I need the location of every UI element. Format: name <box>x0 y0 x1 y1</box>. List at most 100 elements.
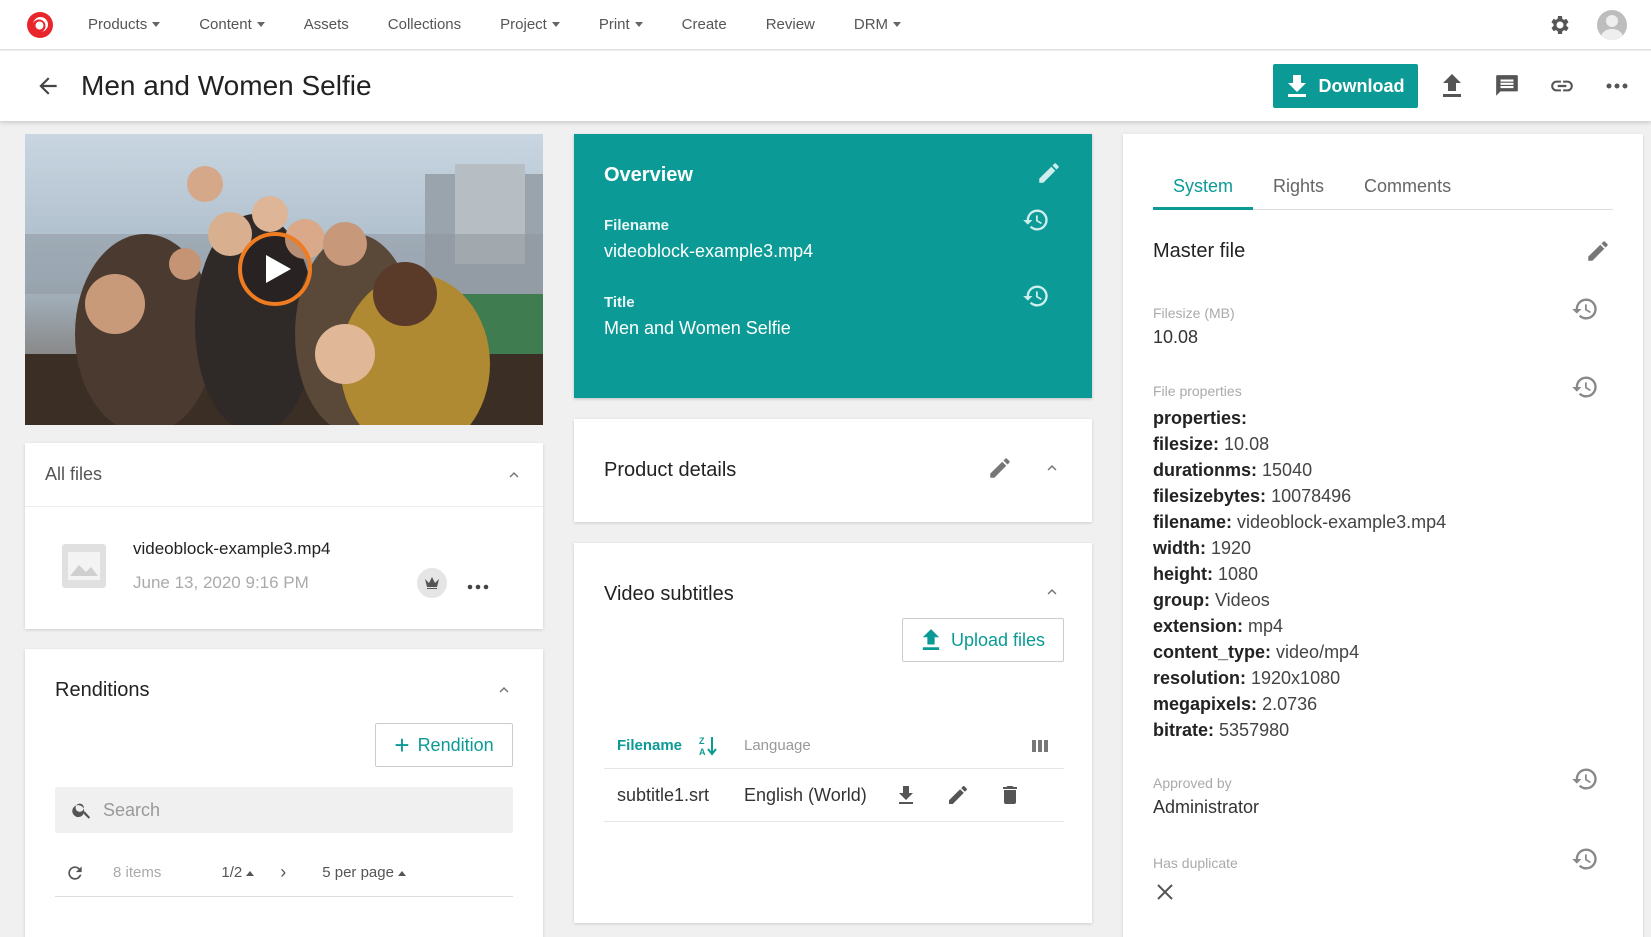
nav-item-print[interactable]: Print <box>599 16 643 33</box>
video-subtitles-panel: Video subtitles Upload files Filename Z … <box>574 543 1092 923</box>
file-date: June 13, 2020 9:16 PM <box>133 573 309 592</box>
more-options-button[interactable] <box>1603 72 1631 100</box>
property-key: durationms: <box>1153 460 1258 480</box>
property-line: filename: videoblock-example3.mp4 <box>1153 509 1446 535</box>
nav-item-project[interactable]: Project <box>500 16 560 33</box>
nav-item-drm[interactable]: DRM <box>853 16 902 33</box>
upload-button[interactable] <box>1438 72 1466 100</box>
comment-button[interactable] <box>1493 72 1521 100</box>
nav-item-collections[interactable]: Collections <box>388 16 461 33</box>
settings-gear-icon[interactable] <box>1547 13 1571 37</box>
app-logo-icon[interactable] <box>25 10 55 40</box>
delete-trash-icon[interactable] <box>998 783 1022 807</box>
tab-comments[interactable]: Comments <box>1344 164 1471 210</box>
share-link-button[interactable] <box>1548 72 1576 100</box>
play-button-icon[interactable] <box>235 229 315 309</box>
filename-value: videoblock-example3.mp4 <box>604 241 814 261</box>
nav-item-label: Assets <box>303 16 349 33</box>
link-icon <box>1551 80 1573 92</box>
download-icon[interactable] <box>894 783 918 807</box>
property-key: height: <box>1153 564 1213 584</box>
file-more-options-icon[interactable] <box>467 579 489 590</box>
property-line: width: 1920 <box>1153 535 1446 561</box>
columns-icon[interactable] <box>1030 737 1050 755</box>
history-icon[interactable] <box>1571 373 1599 401</box>
chevron-up-icon[interactable] <box>495 681 513 699</box>
nav-item-content[interactable]: Content <box>199 16 265 33</box>
sort-az-icon[interactable]: Z A <box>698 735 718 757</box>
property-key: group: <box>1153 590 1210 610</box>
property-value: 1080 <box>1218 564 1259 584</box>
history-icon[interactable] <box>1571 295 1599 323</box>
edit-pencil-icon[interactable] <box>1036 160 1062 186</box>
page-number: 1/2 <box>221 864 243 881</box>
edit-pencil-icon[interactable] <box>1585 238 1611 264</box>
rendition-search[interactable] <box>55 787 513 833</box>
property-key: extension: <box>1153 616 1244 636</box>
video-preview[interactable] <box>25 134 543 425</box>
page-selector[interactable]: 1/2 <box>221 864 255 881</box>
history-icon[interactable] <box>1571 765 1599 793</box>
nav-item-label: DRM <box>853 16 889 33</box>
top-navigation: Products Content Assets Collections Project P… <box>0 0 1651 50</box>
per-page-selector[interactable]: 5 per page <box>322 864 406 881</box>
refresh-icon[interactable] <box>65 863 85 883</box>
add-rendition-button[interactable]: + Rendition <box>375 723 513 767</box>
file-list-item[interactable]: videoblock-example3.mp4 June 13, 2020 9:… <box>25 507 543 627</box>
caret-down-icon <box>256 22 265 27</box>
page-title: Men and Women Selfie <box>81 70 372 101</box>
subtitle-filename: subtitle1.srt <box>617 785 710 805</box>
search-input[interactable] <box>103 799 483 821</box>
chevron-up-icon[interactable] <box>1043 583 1061 601</box>
plus-icon: + <box>394 730 410 760</box>
edit-pencil-icon[interactable] <box>946 783 970 807</box>
property-line: content_type: video/mp4 <box>1153 639 1446 665</box>
property-line: extension: mp4 <box>1153 613 1446 639</box>
all-files-header[interactable]: All files <box>25 443 543 507</box>
nav-item-label: Products <box>88 16 148 33</box>
filesize-value: 10.08 <box>1153 327 1199 347</box>
chevron-up-icon[interactable] <box>1043 459 1061 477</box>
nav-item-create[interactable]: Create <box>682 16 727 33</box>
subtitle-language: English (World) <box>744 785 867 805</box>
download-icon <box>1287 75 1306 97</box>
history-icon[interactable] <box>1022 206 1050 234</box>
property-value: mp4 <box>1248 616 1284 636</box>
approved-by-value: Administrator <box>1153 797 1260 817</box>
history-icon[interactable] <box>1571 845 1599 873</box>
info-tabs: System Rights Comments <box>1153 164 1613 210</box>
renditions-title: Renditions <box>55 679 150 701</box>
property-line: filesize: 10.08 <box>1153 431 1446 457</box>
upload-icon <box>922 629 940 650</box>
nav-item-label: Review <box>765 16 815 33</box>
title-value: Men and Women Selfie <box>604 318 791 338</box>
nav-item-review[interactable]: Review <box>766 16 815 33</box>
edit-pencil-icon[interactable] <box>987 455 1013 481</box>
file-properties-label: File properties <box>1153 383 1242 399</box>
column-language[interactable]: Language <box>744 737 811 754</box>
property-value: 2.0736 <box>1262 694 1318 714</box>
property-value: 15040 <box>1262 460 1313 480</box>
tab-system[interactable]: System <box>1153 164 1254 210</box>
upload-files-button[interactable]: Upload files <box>902 618 1064 662</box>
nav-item-assets[interactable]: Assets <box>304 16 349 33</box>
subtitles-table-header: Filename Z A Language <box>604 725 1064 769</box>
download-button[interactable]: Download <box>1273 64 1418 108</box>
property-value: 1920x1080 <box>1251 668 1341 688</box>
next-page-icon[interactable]: › <box>280 862 286 883</box>
master-file-crown-icon[interactable] <box>417 568 447 598</box>
file-name[interactable]: videoblock-example3.mp4 <box>133 539 331 559</box>
table-row[interactable]: subtitle1.srt English (World) <box>604 770 1064 822</box>
tab-rights[interactable]: Rights <box>1253 164 1344 210</box>
property-line: height: 1080 <box>1153 561 1446 587</box>
history-icon[interactable] <box>1022 282 1050 310</box>
user-avatar[interactable] <box>1597 10 1627 40</box>
nav-item-products[interactable]: Products <box>88 16 161 33</box>
filesize-label: Filesize (MB) <box>1153 305 1235 321</box>
back-arrow-icon[interactable] <box>35 73 61 99</box>
comment-icon <box>1496 75 1518 96</box>
column-filename[interactable]: Filename <box>617 737 682 754</box>
property-line: bitrate: 5357980 <box>1153 717 1446 743</box>
per-page-label: 5 per page <box>322 864 394 881</box>
chevron-up-icon[interactable] <box>505 466 523 484</box>
